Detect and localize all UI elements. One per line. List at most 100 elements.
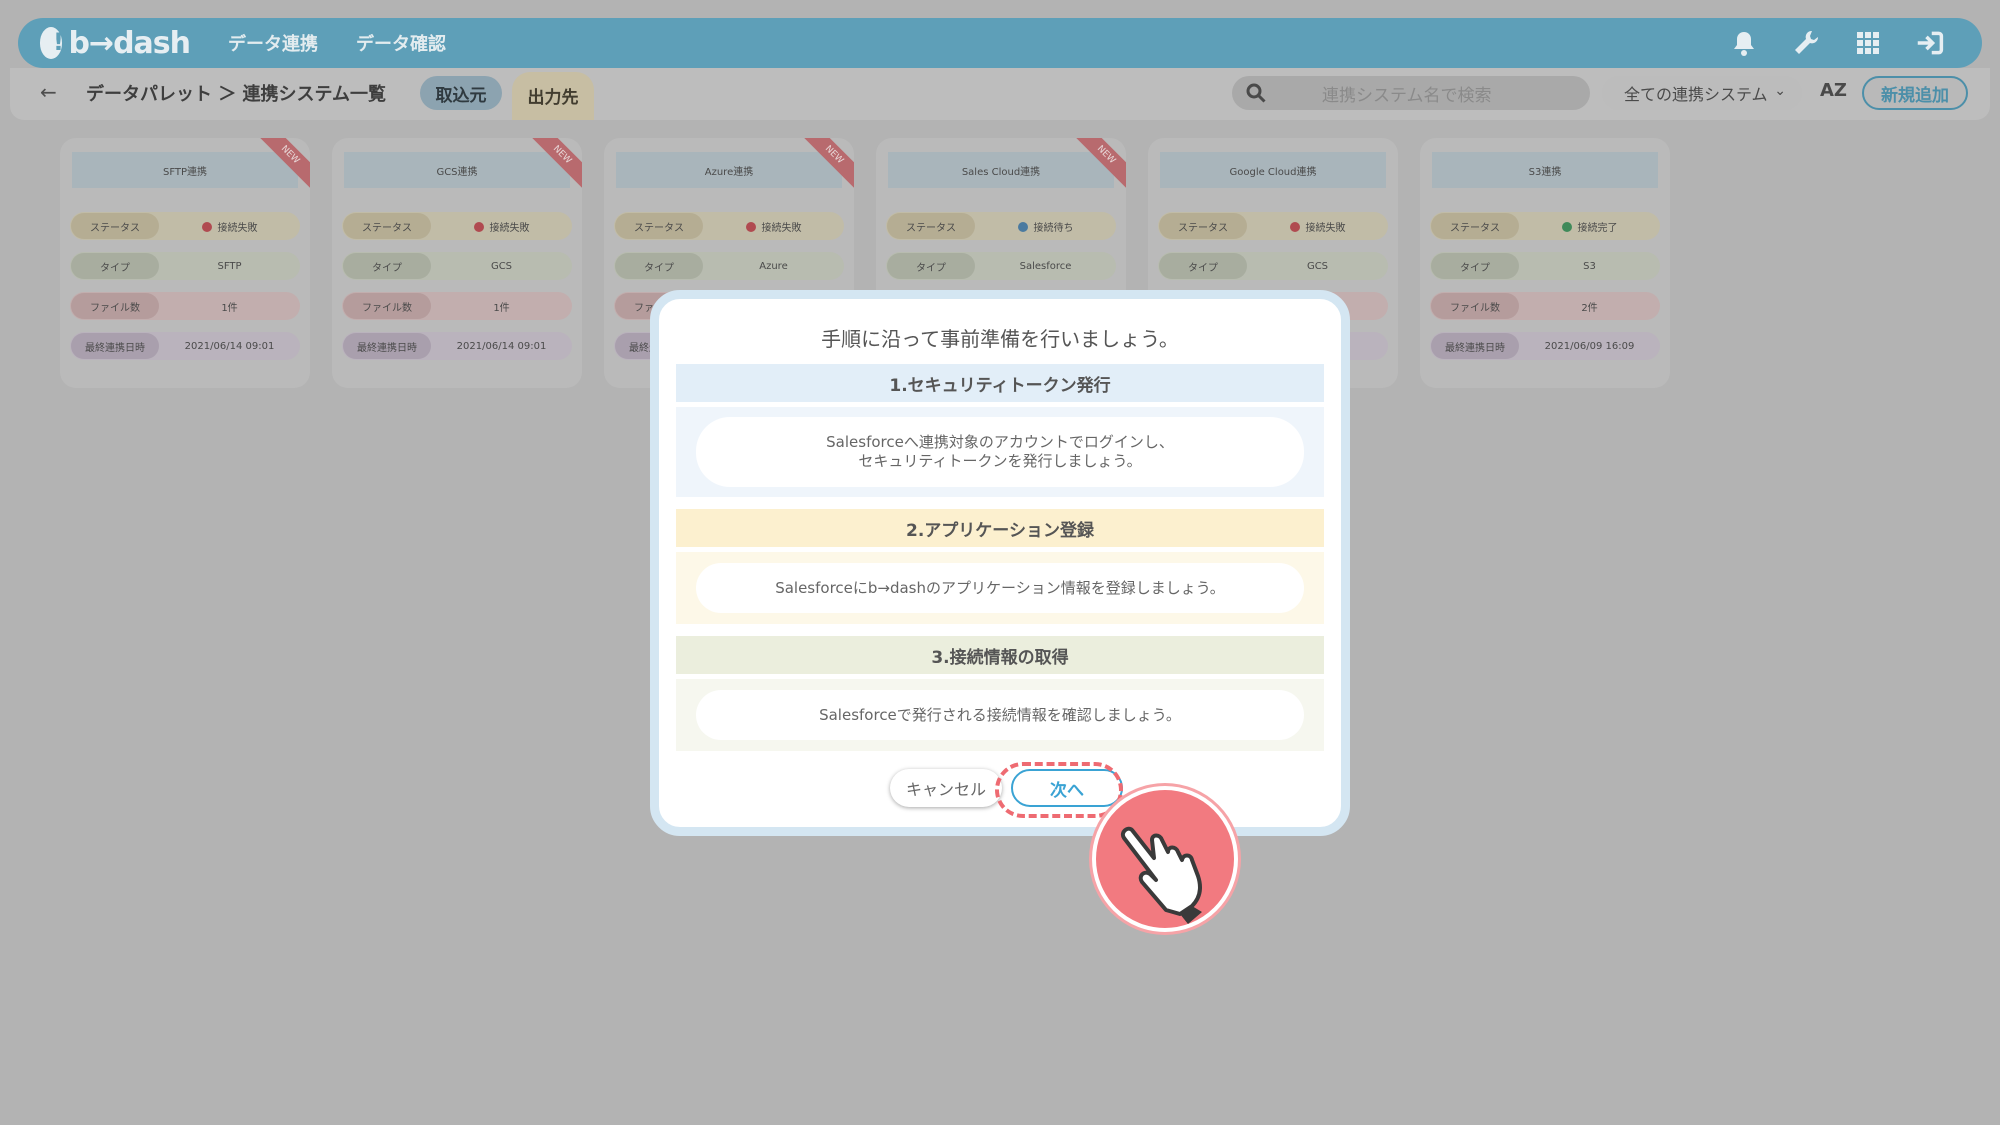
search-box[interactable]: 連携システム名で検索 [1232, 76, 1590, 110]
card-status-row: ステータス 接続失敗 [614, 212, 844, 240]
header-icons [1730, 18, 1944, 68]
step-2-heading: 2.アプリケーション登録 [676, 509, 1324, 547]
card-status-row: ステータス 接続失敗 [342, 212, 572, 240]
files-label: ファイル数 [1431, 293, 1519, 319]
logo-text: b→dash [68, 25, 191, 61]
tab-destination[interactable]: 出力先 [512, 72, 594, 120]
status-label: ステータス [343, 213, 431, 239]
files-value: 2件 [1581, 302, 1598, 314]
status-label: ステータス [887, 213, 975, 239]
step-3-body: Salesforceで発行される接続情報を確認しましょう。 [676, 679, 1324, 751]
step-2-body: Salesforceにb→dashのアプリケーション情報を登録しましょう。 [676, 552, 1324, 624]
type-label: タイプ [887, 253, 975, 279]
type-value: Salesforce [1019, 260, 1072, 272]
status-label: ステータス [1431, 213, 1519, 239]
type-value: GCS [1306, 260, 1329, 272]
logo-bubble-icon [40, 27, 63, 59]
card-type-row: タイプ Salesforce [886, 252, 1116, 280]
search-placeholder: 連携システム名で検索 [1322, 85, 1492, 106]
system-card[interactable]: SFTP連携 NEW ステータス 接続失敗 タイプ SFTP ファイル数 1件 最終連携日時 20… [60, 138, 310, 388]
card-last-sync-row: 最終連携日時 2021/06/14 09:01 [342, 332, 572, 360]
search-icon [1246, 83, 1266, 103]
status-text: 接続失敗 [1305, 222, 1346, 234]
card-title: Google Cloud連携 [1160, 152, 1386, 188]
wrench-icon[interactable] [1792, 29, 1820, 57]
type-value: Azure [759, 260, 788, 272]
card-title: Sales Cloud連携 [888, 152, 1114, 188]
status-label: ステータス [71, 213, 159, 239]
card-status-row: ステータス 接続失敗 [70, 212, 300, 240]
setup-steps-modal: 手順に沿って事前準備を行いましょう。 1.セキュリティトークン発行 Salesf… [650, 290, 1350, 836]
card-title: SFTP連携 [72, 152, 298, 188]
last-sync-value: 2021/06/09 16:09 [1544, 340, 1635, 352]
step-1-heading: 1.セキュリティトークン発行 [676, 364, 1324, 402]
card-title: Azure連携 [616, 152, 842, 188]
type-value: GCS [490, 260, 513, 272]
type-label: タイプ [1159, 253, 1247, 279]
step-3-heading: 3.接続情報の取得 [676, 636, 1324, 674]
status-text: 接続失敗 [489, 222, 530, 234]
card-title: GCS連携 [344, 152, 570, 188]
card-type-row: タイプ GCS [342, 252, 572, 280]
cancel-button[interactable]: キャンセル [890, 769, 1002, 807]
type-label: タイプ [343, 253, 431, 279]
files-value: 1件 [493, 302, 510, 314]
last-sync-label: 最終連携日時 [343, 333, 431, 359]
type-value: SFTP [217, 260, 242, 272]
step-1-text: Salesforceへ連携対象のアカウントでログインし、 セキュリティトークンを… [696, 417, 1304, 487]
status-dot-icon [1289, 221, 1300, 232]
status-label: ステータス [615, 213, 703, 239]
card-type-row: タイプ SFTP [70, 252, 300, 280]
type-label: タイプ [1431, 253, 1519, 279]
card-type-row: タイプ Azure [614, 252, 844, 280]
logout-icon[interactable] [1916, 29, 1944, 57]
type-label: タイプ [71, 253, 159, 279]
card-status-row: ステータス 接続完了 [1430, 212, 1660, 240]
modal-title: 手順に沿って事前準備を行いましょう。 [821, 327, 1179, 351]
nav-data-check[interactable]: データ確認 [356, 30, 446, 56]
sort-az-icon[interactable]: AZ [1820, 80, 1847, 101]
status-text: 接続失敗 [761, 222, 802, 234]
step-1-body: Salesforceへ連携対象のアカウントでログインし、 セキュリティトークンを… [676, 407, 1324, 497]
add-new-button[interactable]: 新規追加 [1862, 76, 1968, 110]
system-filter-select[interactable]: 全ての連携システム ⌄ [1602, 76, 1802, 110]
type-value: S3 [1583, 260, 1596, 272]
status-label: ステータス [1159, 213, 1247, 239]
files-value: 1件 [221, 302, 238, 314]
card-files-row: ファイル数 1件 [70, 292, 300, 320]
files-label: ファイル数 [71, 293, 159, 319]
back-arrow-icon[interactable]: ← [40, 80, 57, 104]
step-1-line-1: Salesforceへ連携対象のアカウントでログインし、 [826, 433, 1174, 451]
bell-icon[interactable] [1730, 29, 1758, 57]
step-3-line-1: Salesforceで発行される接続情報を確認しましょう。 [819, 705, 1181, 724]
card-files-row: ファイル数 1件 [342, 292, 572, 320]
apps-grid-icon[interactable] [1854, 29, 1882, 57]
status-value: 接続失敗 [159, 219, 300, 234]
last-sync-label: 最終連携日時 [1431, 333, 1519, 359]
bdash-logo[interactable]: b→dash [40, 25, 191, 61]
status-text: 接続失敗 [217, 222, 258, 234]
step-1-line-2: セキュリティトークンを発行しましょう。 [858, 452, 1142, 470]
card-status-row: ステータス 接続待ち [886, 212, 1116, 240]
card-type-row: タイプ GCS [1158, 252, 1388, 280]
pointing-hand-icon [1092, 786, 1238, 932]
status-text: 接続待ち [1033, 222, 1074, 234]
status-value: 接続完了 [1519, 219, 1660, 234]
system-card[interactable]: S3連携 ステータス 接続完了 タイプ S3 ファイル数 2件 最終連携日時 2021/06/0… [1420, 138, 1670, 388]
last-sync-label: 最終連携日時 [71, 333, 159, 359]
status-value: 接続失敗 [1247, 219, 1388, 234]
tab-source[interactable]: 取込元 [420, 76, 502, 110]
system-card[interactable]: GCS連携 NEW ステータス 接続失敗 タイプ GCS ファイル数 1件 最終連携日時 2021… [332, 138, 582, 388]
status-dot-icon [745, 221, 756, 232]
type-label: タイプ [615, 253, 703, 279]
status-value: 接続待ち [975, 219, 1116, 234]
status-dot-icon [473, 221, 484, 232]
files-label: ファイル数 [343, 293, 431, 319]
status-dot-icon [201, 221, 212, 232]
nav-data-integration[interactable]: データ連携 [228, 30, 318, 56]
last-sync-value: 2021/06/14 09:01 [456, 340, 547, 352]
card-files-row: ファイル数 2件 [1430, 292, 1660, 320]
filter-value: 全ての連携システム [1624, 85, 1768, 104]
card-status-row: ステータス 接続失敗 [1158, 212, 1388, 240]
status-value: 接続失敗 [431, 219, 572, 234]
